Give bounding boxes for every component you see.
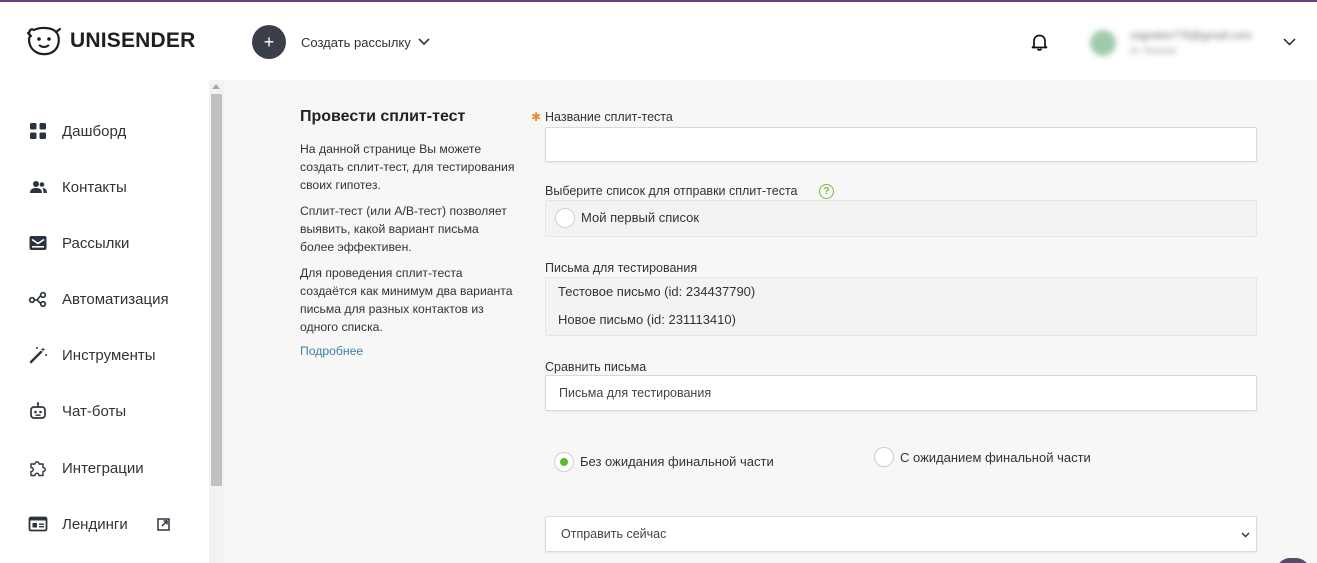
scrollbar-thumb[interactable]	[211, 94, 222, 486]
logo-icon	[26, 26, 62, 56]
learn-more-link[interactable]: Подробнее	[300, 344, 515, 358]
info-paragraph: Для проведения сплит-теста создаётся как…	[300, 266, 513, 334]
sidebar-item-label: Контакты	[62, 178, 127, 196]
no-wait-radio[interactable]	[554, 452, 574, 472]
letters-list: Тестовое письмо (id: 234437790) Новое пи…	[545, 277, 1257, 336]
compare-label: Сравнить письма	[545, 360, 647, 374]
page-title: Провести сплит-тест	[300, 108, 466, 125]
split-test-name-input[interactable]	[545, 127, 1257, 162]
main-content: Провести сплит-тест На данной странице В…	[224, 80, 1317, 563]
sidebar-item-label: Лендинги	[62, 515, 128, 533]
chevron-down-icon[interactable]	[1283, 38, 1296, 46]
sidebar-item-label: Автоматизация	[62, 290, 169, 308]
user-email: zagrebin778@gmail.com	[1130, 30, 1252, 42]
info-paragraph: Сплит-тест (или А/В-тест) позволяет выяв…	[300, 204, 507, 254]
create-mailing-button[interactable]: + Создать рассылку	[252, 25, 430, 59]
contacts-icon	[27, 176, 49, 198]
help-icon[interactable]: ?	[819, 184, 834, 199]
plus-icon: +	[252, 25, 286, 59]
sidebar-item-dashboard[interactable]: Дашборд	[0, 111, 209, 151]
user-menu[interactable]: zagrebin778@gmail.com ID 7843256	[1082, 24, 1282, 62]
dashboard-icon	[27, 120, 49, 142]
sidebar: Дашборд Контакты Рассылки Автоматизация …	[0, 80, 209, 563]
bot-icon	[27, 400, 49, 422]
list-item[interactable]: Новое письмо (id: 231113410)	[558, 312, 736, 327]
puzzle-icon	[27, 457, 49, 479]
magic-wand-icon	[27, 344, 49, 366]
name-field-label: ✱ Название сплит-теста	[531, 110, 673, 124]
sidebar-item-mailings[interactable]: Рассылки	[0, 223, 209, 263]
info-paragraph: На данной странице Вы можете создать спл…	[300, 142, 515, 192]
sidebar-scrollbar[interactable]	[209, 80, 224, 563]
sidebar-item-label: Интеграции	[62, 459, 144, 477]
no-wait-label[interactable]: Без ожидания финальной части	[580, 454, 774, 469]
list-options-box: Мой первый список	[545, 200, 1257, 237]
sidebar-item-label: Дашборд	[62, 122, 127, 140]
sidebar-item-label: Инструменты	[62, 346, 156, 364]
info-panel: Провести сплит-тест На данной странице В…	[300, 108, 515, 358]
required-star-icon: ✱	[531, 110, 542, 124]
wait-radio[interactable]	[874, 447, 894, 467]
landing-icon	[27, 513, 49, 535]
sidebar-item-integrations[interactable]: Интеграции	[0, 448, 209, 488]
sidebar-item-chatbots[interactable]: Чат-боты	[0, 391, 209, 431]
scroll-up-arrow-icon[interactable]	[212, 84, 220, 89]
sidebar-item-landings[interactable]: Лендинги	[0, 504, 209, 544]
chevron-down-icon	[1241, 532, 1250, 538]
send-time-value: Отправить сейчас	[561, 527, 667, 541]
mail-icon	[27, 232, 49, 254]
user-id: ID 7843256	[1130, 46, 1177, 56]
create-mailing-label: Создать рассылку	[301, 34, 411, 50]
list-item[interactable]: Тестовое письмо (id: 234437790)	[558, 284, 755, 299]
compare-letters-input[interactable]: Письма для тестирования	[545, 375, 1257, 411]
logo-text: UNISENDER	[70, 29, 196, 52]
list-select-label: Выберите список для отправки сплит-теста	[545, 184, 798, 198]
list-option-label[interactable]: Мой первый список	[581, 210, 699, 225]
sidebar-item-contacts[interactable]: Контакты	[0, 167, 209, 207]
sidebar-item-label: Чат-боты	[62, 402, 127, 420]
automation-icon	[27, 288, 49, 310]
avatar	[1090, 30, 1116, 56]
sidebar-item-tools[interactable]: Инструменты	[0, 335, 209, 375]
chevron-down-icon	[418, 38, 430, 46]
send-time-select[interactable]: Отправить сейчас	[545, 516, 1257, 552]
external-link-icon[interactable]	[157, 517, 170, 531]
wait-label[interactable]: С ожиданием финальной части	[900, 450, 1091, 465]
logo[interactable]: UNISENDER	[26, 24, 195, 58]
sidebar-item-automation[interactable]: Автоматизация	[0, 279, 209, 319]
letters-label: Письма для тестирования	[545, 261, 698, 275]
top-header: UNISENDER + Создать рассылку zagrebin778…	[0, 2, 1317, 80]
compare-placeholder: Письма для тестирования	[559, 386, 712, 400]
list-radio[interactable]	[555, 208, 575, 228]
bell-icon[interactable]	[1031, 33, 1048, 51]
sidebar-item-label: Рассылки	[62, 234, 130, 252]
